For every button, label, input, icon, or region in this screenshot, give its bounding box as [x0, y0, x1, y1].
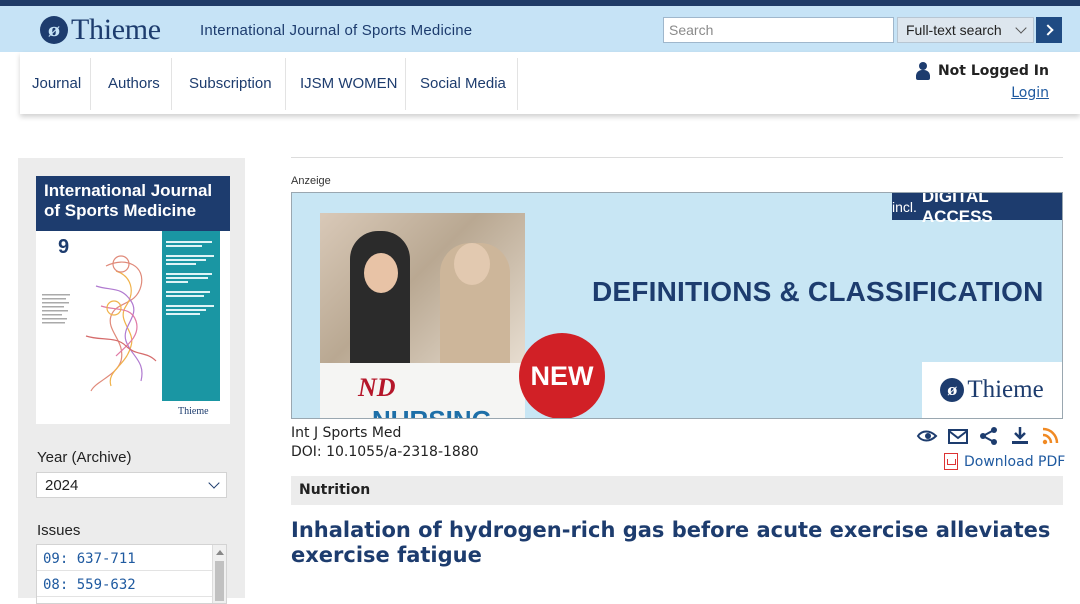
issues-scrollbar[interactable] — [212, 545, 226, 603]
scroll-thumb[interactable] — [215, 561, 224, 601]
issues-label: Issues — [37, 522, 81, 539]
year-archive-label: Year (Archive) — [37, 449, 132, 466]
nav-divider — [405, 58, 406, 110]
ad-brand-logo: ø Thieme — [922, 362, 1062, 418]
issues-list: 09: 637-711 08: 559-632 — [36, 544, 227, 604]
thieme-logo-icon: ø — [940, 378, 965, 402]
user-status: Not Logged In Login — [915, 62, 1049, 101]
header: ø Thieme International Journal of Sports… — [0, 6, 1080, 52]
article-section: Nutrition — [291, 476, 1063, 505]
journal-abbrev: Int J Sports Med — [291, 425, 402, 441]
download-pdf-label: Download PDF — [964, 453, 1066, 470]
main-nav: Journal Authors Subscription IJSM WOMEN … — [20, 52, 1080, 114]
search-mode-select[interactable]: Full-text search — [897, 17, 1034, 43]
nav-divider — [171, 58, 172, 110]
arrow-right-icon — [1041, 24, 1054, 36]
cover-issue-number: 9 — [58, 236, 70, 258]
advertisement-banner[interactable]: ND NURSING NEW incl. DIGITAL ACCESS DEFI… — [291, 192, 1063, 419]
search-input[interactable] — [663, 17, 894, 43]
ad-person-face — [454, 243, 490, 285]
cover-decoration — [42, 294, 72, 336]
nav-item-ijsm-women[interactable]: IJSM WOMEN — [300, 52, 398, 112]
thieme-logo-icon: ø — [40, 16, 68, 44]
search-submit-button[interactable] — [1036, 17, 1062, 43]
new-badge: NEW — [519, 333, 605, 418]
scroll-up-arrow-icon[interactable] — [216, 550, 224, 555]
nav-divider — [90, 58, 91, 110]
nav-divider — [285, 58, 286, 110]
chevron-down-icon — [1015, 22, 1027, 34]
rss-icon[interactable] — [1040, 426, 1062, 446]
cover-title: International Journal of Sports Medicine — [36, 176, 230, 231]
nav-item-journal[interactable]: Journal — [32, 52, 81, 112]
cite-icon[interactable] — [916, 426, 938, 446]
issue-item[interactable]: 08: 559-632 — [37, 571, 226, 597]
login-link[interactable]: Login — [915, 85, 1049, 101]
issue-item[interactable]: 09: 637-711 — [37, 545, 226, 571]
book-cover: ND NURSING — [320, 213, 525, 418]
nav-item-social-media[interactable]: Social Media — [420, 52, 506, 112]
badge-prefix: incl. — [892, 198, 917, 215]
book-logo: ND — [358, 373, 396, 402]
article-tools — [916, 426, 1062, 446]
login-status-text: Not Logged In — [937, 63, 1049, 79]
ad-brand-text: Thieme — [967, 376, 1044, 403]
user-icon — [915, 62, 931, 80]
article-title: Inhalation of hydrogen-rich gas before a… — [291, 518, 1051, 567]
book-title: NURSING — [372, 405, 492, 418]
download-pdf-link[interactable]: Download PDF — [944, 453, 1065, 470]
journal-cover[interactable]: International Journal of Sports Medicine… — [36, 176, 230, 424]
logo-text: Thieme — [71, 13, 161, 46]
ad-headline: DEFINITIONS & CLASSIFICATION — [592, 276, 1044, 307]
year-value: 2024 — [45, 476, 79, 494]
ad-person-nurse — [350, 231, 410, 363]
search-mode-label: Full-text search — [906, 22, 1002, 38]
nav-item-subscription[interactable]: Subscription — [189, 52, 272, 112]
nav-divider — [517, 58, 518, 110]
badge-main: DIGITAL ACCESS — [921, 192, 993, 226]
pdf-icon — [944, 453, 958, 470]
nav-item-authors[interactable]: Authors — [108, 52, 160, 112]
share-icon[interactable] — [978, 426, 1000, 446]
year-select[interactable]: 2024 — [36, 472, 227, 498]
thieme-logo[interactable]: ø Thieme — [40, 13, 161, 47]
journal-title[interactable]: International Journal of Sports Medicine — [200, 22, 472, 39]
content-divider — [291, 157, 1063, 158]
cover-illustration — [85, 255, 157, 392]
download-icon[interactable] — [1009, 426, 1031, 446]
ad-label: Anzeige — [291, 175, 331, 187]
digital-access-badge: incl. DIGITAL ACCESS — [892, 193, 1062, 226]
chevron-down-icon — [208, 477, 220, 489]
doi[interactable]: DOI: 10.1055/a-2318-1880 — [291, 444, 479, 460]
ad-person-face — [364, 253, 398, 293]
cover-contents-band — [162, 231, 220, 401]
email-icon[interactable] — [947, 426, 969, 446]
cover-publisher-logo: Thieme — [178, 406, 209, 417]
